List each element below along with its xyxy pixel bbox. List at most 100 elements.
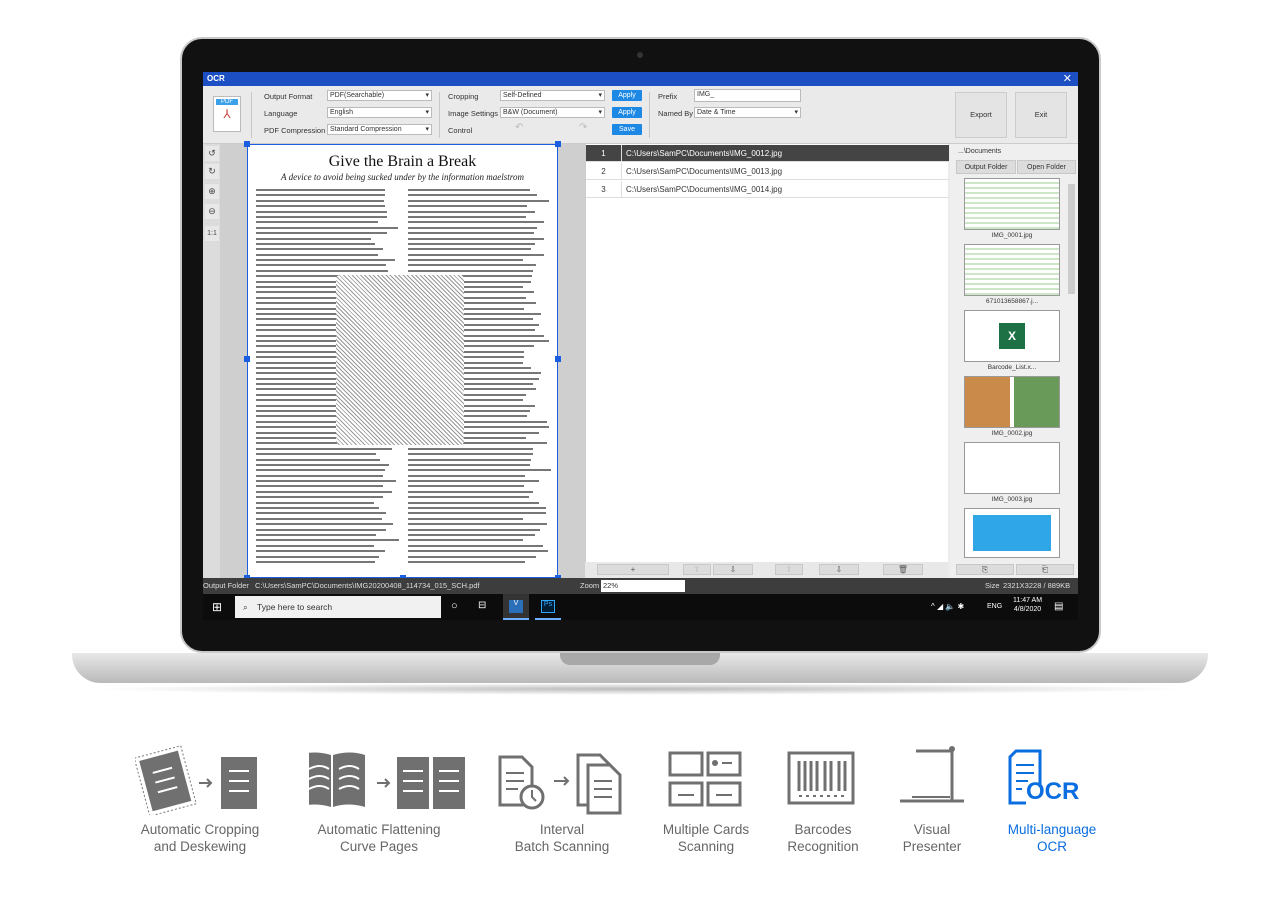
zoom-out-icon[interactable]: ⊖: [205, 204, 219, 219]
crop-handle[interactable]: [244, 356, 250, 362]
notifications-icon[interactable]: ▤: [1054, 601, 1063, 612]
excel-icon: X: [999, 323, 1025, 349]
thumbnail[interactable]: [964, 178, 1060, 230]
file-index: 3: [586, 181, 622, 198]
windows-start-icon[interactable]: ⊞: [212, 601, 222, 613]
text-line: [256, 550, 385, 552]
thumbnail[interactable]: [964, 244, 1060, 296]
multiple-cards-icon: [666, 745, 746, 815]
cropping-select[interactable]: Self-Defined: [500, 90, 605, 101]
named-by-select[interactable]: Date & Time: [694, 107, 801, 118]
status-bar: Output Folder C:\Users\SamPC\Documents\I…: [203, 578, 1078, 594]
taskbar: ⊞ ⌕ Type here to search ○ ⊟ V Ps ^ ◢ 🔈 ✱ …: [203, 594, 1078, 620]
excel-thumbnail[interactable]: X: [964, 310, 1060, 362]
apply-image-settings-button[interactable]: Apply: [612, 107, 642, 118]
text-line: [408, 464, 530, 466]
pdf-file-icon[interactable]: PDF ⅄: [213, 96, 241, 132]
file-row[interactable]: 3 C:\Users\SamPC\Documents\IMG_0014.jpg: [586, 181, 949, 198]
text-line: [256, 211, 387, 213]
feature-flattening: Automatic Flattening Curve Pages: [309, 745, 449, 815]
export-button[interactable]: Export: [955, 92, 1007, 138]
apply-cropping-button[interactable]: Apply: [612, 90, 642, 101]
thumbnail-name: IMG_0003.jpg: [950, 496, 1074, 503]
file-row[interactable]: 2 C:\Users\SamPC\Documents\IMG_0013.jpg: [586, 163, 949, 180]
svg-text:OCR: OCR: [1026, 778, 1079, 805]
pdf-compression-label: PDF Compression: [264, 126, 325, 135]
text-line: [408, 205, 527, 207]
rotate-left-icon[interactable]: ↺: [205, 146, 219, 161]
clock[interactable]: 11:47 AM 4/8/2020: [1013, 597, 1042, 613]
thumbnail[interactable]: [964, 508, 1060, 558]
ocr-icon: OCR: [1002, 745, 1102, 815]
text-line: [408, 243, 535, 245]
thumbnail[interactable]: [964, 376, 1060, 428]
article-illustration: [336, 275, 464, 445]
scrollbar[interactable]: [1068, 184, 1075, 294]
file-index: 1: [586, 145, 622, 162]
image-settings-select[interactable]: B&W (Document): [500, 107, 605, 118]
task-view-icon[interactable]: ⊟: [478, 600, 486, 611]
import-icon[interactable]: ⎗: [1016, 564, 1074, 575]
caption-line: and Deskewing: [130, 838, 270, 855]
output-format-select[interactable]: PDF(Searchable): [327, 90, 432, 101]
caption-line: Interval: [492, 821, 632, 838]
move-up-icon[interactable]: ⇧: [683, 564, 711, 575]
add-icon[interactable]: +: [597, 564, 669, 575]
text-line: [256, 243, 375, 245]
preview-area: Give the Brain a Break A device to avoid…: [220, 144, 585, 578]
webcam: [637, 52, 643, 58]
thumbnail-name: Barcode_List.x...: [950, 364, 1074, 371]
redo-icon[interactable]: ↷: [579, 122, 587, 133]
text-line: [256, 205, 385, 207]
document-title: Give the Brain a Break: [248, 153, 557, 171]
language-select[interactable]: English: [327, 107, 432, 118]
close-button[interactable]: ✕: [1063, 72, 1072, 85]
text-line: [408, 523, 547, 525]
text-line: [256, 232, 387, 234]
text-line: [408, 232, 534, 234]
cropping-label: Cropping: [448, 92, 478, 101]
file-index: 2: [586, 163, 622, 180]
scanner-app-icon[interactable]: V: [503, 594, 529, 620]
visual-presenter-icon: [892, 745, 972, 815]
crop-handle[interactable]: [244, 141, 250, 147]
output-folder-button[interactable]: Output Folder: [956, 160, 1016, 174]
crop-deskew-icon: [135, 745, 265, 815]
photoshop-icon[interactable]: Ps: [535, 594, 561, 620]
scan-icon[interactable]: ⎘: [956, 564, 1014, 575]
save-button[interactable]: Save: [612, 124, 642, 135]
cortana-icon[interactable]: ○: [451, 600, 458, 612]
zoom-select[interactable]: 22%: [601, 580, 685, 592]
text-line: [408, 248, 531, 250]
zoom-in-icon[interactable]: ⊕: [205, 184, 219, 199]
crop-handle[interactable]: [555, 356, 561, 362]
thumbnail[interactable]: [964, 442, 1060, 494]
document-page[interactable]: Give the Brain a Break A device to avoid…: [247, 144, 558, 578]
delete-icon[interactable]: 🗑: [883, 564, 923, 575]
move-top-icon[interactable]: ⇧: [775, 564, 803, 575]
text-line: [256, 507, 379, 509]
text-line: [256, 459, 380, 461]
crop-handle[interactable]: [555, 141, 561, 147]
file-row[interactable]: 1 C:\Users\SamPC\Documents\IMG_0012.jpg: [586, 145, 949, 162]
prefix-label: Prefix: [658, 92, 677, 101]
rotate-right-icon[interactable]: ↻: [205, 164, 219, 179]
pdf-compression-select[interactable]: Standard Compression: [327, 124, 432, 135]
system-tray-icons[interactable]: ^ ◢ 🔈 ✱: [931, 602, 964, 611]
taskbar-search[interactable]: ⌕ Type here to search: [235, 596, 441, 618]
language-indicator[interactable]: ENG: [987, 603, 1002, 610]
search-placeholder: Type here to search: [257, 602, 332, 612]
actual-size-icon[interactable]: 1:1: [205, 226, 219, 241]
prefix-input[interactable]: IMG_: [694, 89, 801, 102]
text-line: [256, 485, 383, 487]
exit-button[interactable]: Exit: [1015, 92, 1067, 138]
move-bottom-icon[interactable]: ⇩: [819, 564, 859, 575]
move-down-icon[interactable]: ⇩: [713, 564, 753, 575]
open-folder-button[interactable]: Open Folder: [1017, 160, 1076, 174]
laptop-notch: [560, 653, 720, 665]
text-line: [408, 221, 544, 223]
text-line: [408, 496, 529, 498]
text-line: [408, 264, 536, 266]
text-line: [256, 200, 384, 202]
undo-icon[interactable]: ↶: [515, 122, 523, 133]
